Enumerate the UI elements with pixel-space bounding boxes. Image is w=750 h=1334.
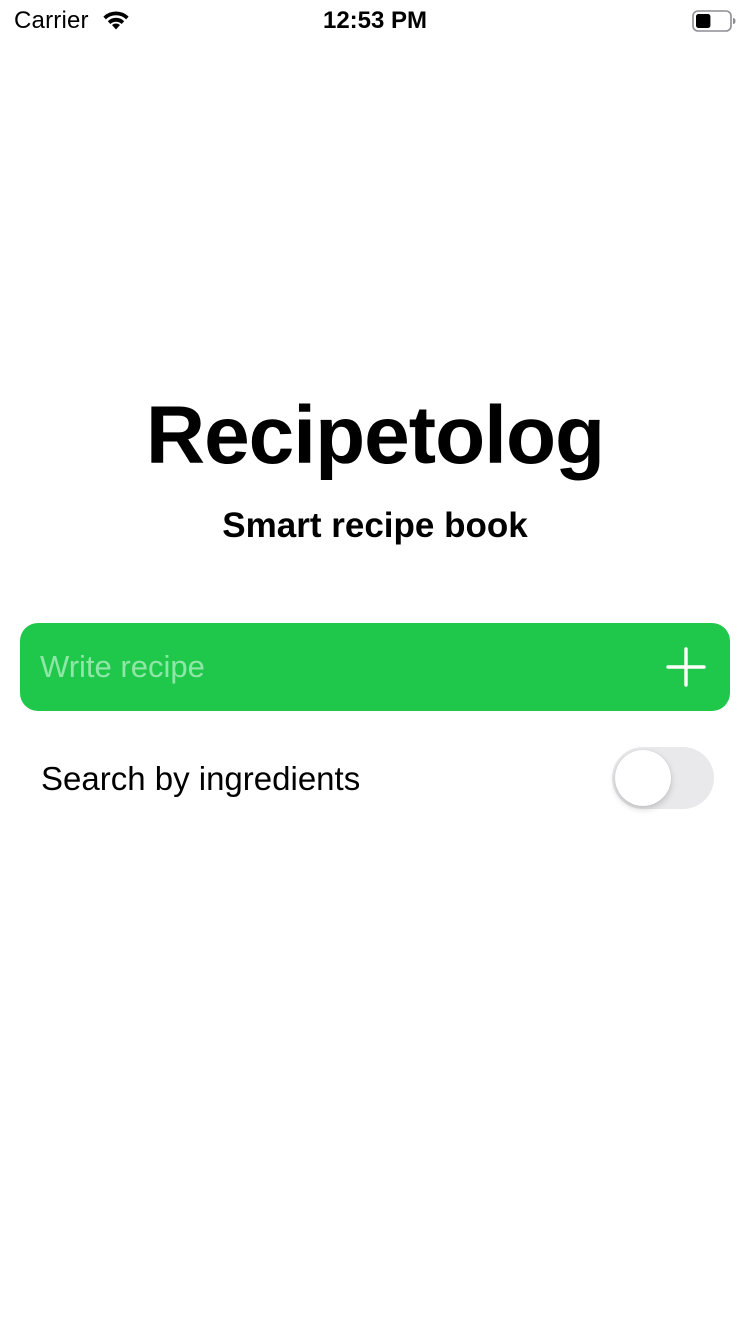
recipe-input-bar xyxy=(20,623,730,711)
write-recipe-input[interactable] xyxy=(40,623,650,711)
search-by-ingredients-row: Search by ingredients xyxy=(0,744,750,812)
app-subtitle: Smart recipe book xyxy=(222,506,528,545)
toggle-knob xyxy=(615,750,671,806)
search-by-ingredients-toggle[interactable] xyxy=(612,747,714,809)
status-bar: Carrier 12:53 PM xyxy=(0,0,750,40)
plus-icon[interactable] xyxy=(660,641,712,693)
app-title: Recipetolog xyxy=(145,390,605,481)
status-time: 12:53 PM xyxy=(322,7,428,34)
battery-icon xyxy=(692,10,736,32)
search-by-ingredients-label: Search by ingredients xyxy=(41,760,361,797)
